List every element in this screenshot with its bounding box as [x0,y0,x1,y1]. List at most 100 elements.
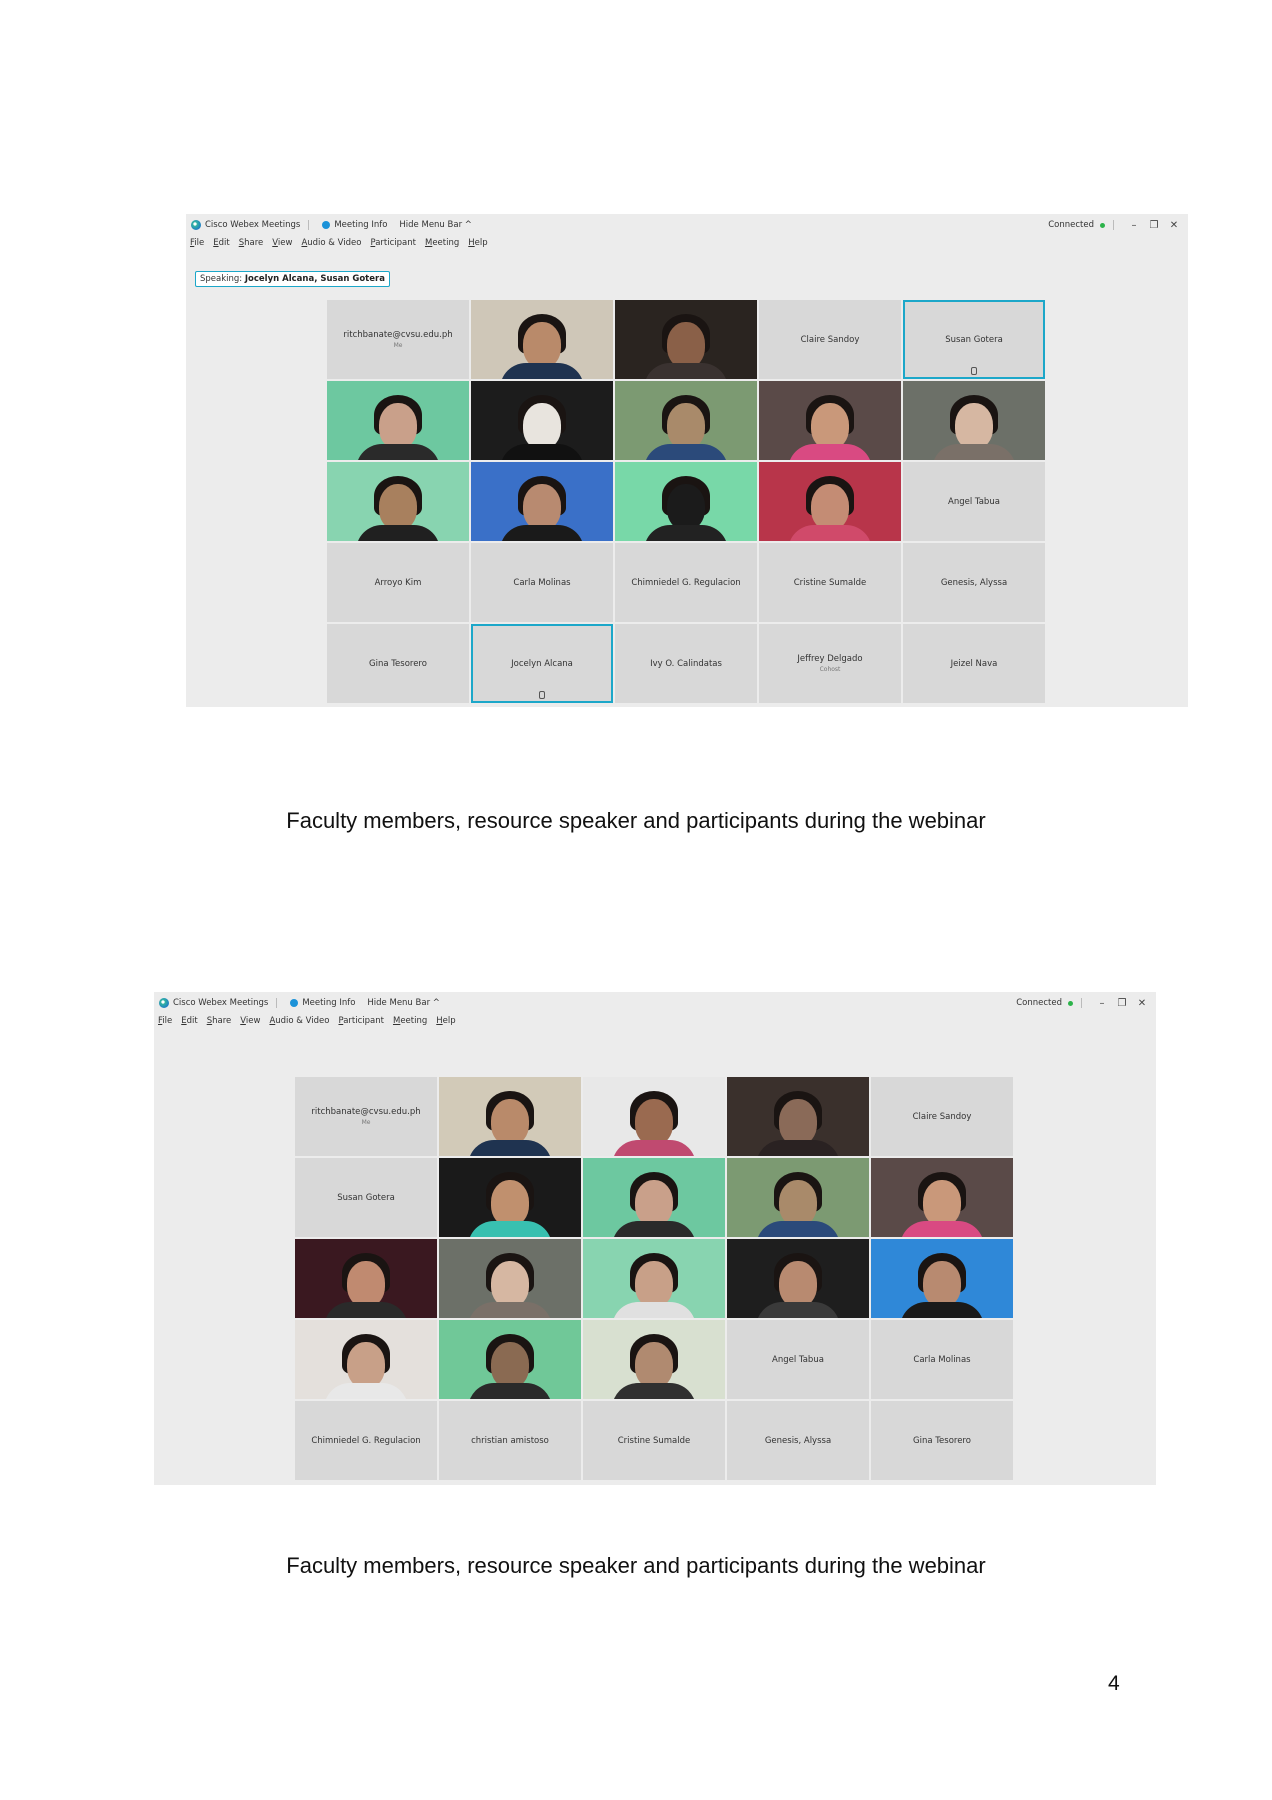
menu-view[interactable]: View [272,238,292,252]
participant-name-tile[interactable]: Carla Molinas [471,543,613,622]
menu-audio-video[interactable]: Audio & Video [301,238,361,252]
participant-name-tile[interactable]: Ivy O. Calindatas [615,624,757,703]
participant-video-tile[interactable] [759,462,901,541]
participant-video-tile[interactable] [871,1239,1013,1318]
menu-meeting[interactable]: Meeting [425,238,459,252]
webex-app-title[interactable]: Cisco Webex Meetings [159,998,268,1008]
participant-video-tile[interactable] [727,1077,869,1156]
participant-body [644,363,728,379]
participant-name-tile[interactable]: Arroyo Kim [327,543,469,622]
participant-video-tile[interactable] [471,300,613,379]
participant-face [667,403,705,449]
close-icon[interactable]: ✕ [1134,998,1150,1009]
participant-name-tile[interactable]: Gina Tesorero [871,1401,1013,1480]
participant-name-tile[interactable]: Claire Sandoy [871,1077,1013,1156]
participant-name-tile[interactable]: Genesis, Alyssa [727,1401,869,1480]
participant-video-tile[interactable] [615,300,757,379]
participant-name-tile[interactable]: Susan Gotera [295,1158,437,1237]
webex-title-bar: Cisco Webex Meetings Meeting Info Hide M… [154,992,1156,1014]
restore-icon[interactable]: ❐ [1114,998,1130,1009]
hide-menu-bar-button[interactable]: Hide Menu Bar ^ [367,998,439,1008]
participant-face [635,1099,673,1145]
participant-name-tile[interactable]: Cristine Sumalde [583,1401,725,1480]
participant-face [379,403,417,449]
participant-name-tile[interactable]: Angel Tabua [903,462,1045,541]
webex-app-title[interactable]: Cisco Webex Meetings [191,220,300,230]
participant-video-tile[interactable] [295,1320,437,1399]
participant-face [491,1261,529,1307]
participant-name: Chimniedel G. Regulacion [631,577,741,588]
participant-name-tile[interactable]: Claire Sandoy [759,300,901,379]
participant-name-tile[interactable]: Jeffrey Delgado Cohost [759,624,901,703]
participant-video-tile[interactable] [871,1158,1013,1237]
participant-video-tile[interactable] [903,381,1045,460]
meeting-info-button[interactable]: Meeting Info [322,220,387,230]
menu-participant[interactable]: Participant [338,1016,384,1030]
minimize-icon[interactable]: – [1126,220,1142,231]
participant-name: Ivy O. Calindatas [650,658,722,669]
participant-role: Cohost [819,666,841,673]
participant-video-tile[interactable] [471,462,613,541]
participant-video-tile[interactable] [583,1158,725,1237]
menu-share[interactable]: Share [207,1016,232,1030]
participant-video-tile[interactable] [583,1239,725,1318]
participant-video-tile[interactable] [759,381,901,460]
participant-name-tile[interactable]: christian amistoso [439,1401,581,1480]
participant-video-tile[interactable] [295,1239,437,1318]
menu-help[interactable]: Help [468,238,487,252]
participant-body [356,525,440,541]
participant-body [644,525,728,541]
participant-body [612,1383,696,1399]
participant-video-tile[interactable] [439,1239,581,1318]
menu-edit[interactable]: Edit [213,238,229,252]
participant-face [635,1180,673,1226]
menu-bar: File Edit Share View Audio & Video Parti… [158,1016,465,1030]
participant-name-tile[interactable]: Angel Tabua [727,1320,869,1399]
participant-name-tile[interactable]: Chimniedel G. Regulacion [295,1401,437,1480]
participant-video-tile[interactable] [727,1158,869,1237]
participant-name: Angel Tabua [772,1354,824,1365]
close-icon[interactable]: ✕ [1166,220,1182,231]
participant-face [923,1261,961,1307]
menu-view[interactable]: View [240,1016,260,1030]
participant-video-tile[interactable] [615,381,757,460]
participant-name-tile[interactable]: Jocelyn Alcana [471,624,613,703]
minimize-icon[interactable]: – [1094,998,1110,1009]
menu-file[interactable]: File [190,238,204,252]
participant-body [756,1221,840,1237]
participant-name-tile[interactable]: ritchbanate@cvsu.edu.ph Me [295,1077,437,1156]
menu-file[interactable]: File [158,1016,172,1030]
menu-participant[interactable]: Participant [370,238,416,252]
participant-name-tile[interactable]: Gina Tesorero [327,624,469,703]
menu-help[interactable]: Help [436,1016,455,1030]
participant-video-tile[interactable] [439,1077,581,1156]
webex-screenshot-2: Cisco Webex Meetings Meeting Info Hide M… [154,992,1156,1485]
hide-menu-bar-button[interactable]: Hide Menu Bar ^ [399,220,471,230]
menu-edit[interactable]: Edit [181,1016,197,1030]
participant-name-tile[interactable]: Susan Gotera [903,300,1045,379]
participant-video-tile[interactable] [327,381,469,460]
speaking-indicator: Speaking: Jocelyn Alcana, Susan Gotera [195,271,390,287]
participant-name-tile[interactable]: Carla Molinas [871,1320,1013,1399]
participant-name-tile[interactable]: Cristine Sumalde [759,543,901,622]
participant-name-tile[interactable]: Jeizel Nava [903,624,1045,703]
restore-icon[interactable]: ❐ [1146,220,1162,231]
participant-video-tile[interactable] [583,1320,725,1399]
menu-meeting[interactable]: Meeting [393,1016,427,1030]
participant-name-tile[interactable]: Genesis, Alyssa [903,543,1045,622]
participant-face [635,1342,673,1388]
participant-video-tile[interactable] [327,462,469,541]
participant-video-tile[interactable] [471,381,613,460]
participant-name-tile[interactable]: Chimniedel G. Regulacion [615,543,757,622]
menu-audio-video[interactable]: Audio & Video [269,1016,329,1030]
menu-share[interactable]: Share [239,238,264,252]
participant-name: Arroyo Kim [374,577,422,588]
participant-video-tile[interactable] [615,462,757,541]
participant-video-tile[interactable] [439,1320,581,1399]
participant-name-tile[interactable]: ritchbanate@cvsu.edu.ph Me [327,300,469,379]
participant-name: Claire Sandoy [912,1111,972,1122]
participant-video-tile[interactable] [439,1158,581,1237]
participant-video-tile[interactable] [727,1239,869,1318]
meeting-info-button[interactable]: Meeting Info [290,998,355,1008]
participant-video-tile[interactable] [583,1077,725,1156]
